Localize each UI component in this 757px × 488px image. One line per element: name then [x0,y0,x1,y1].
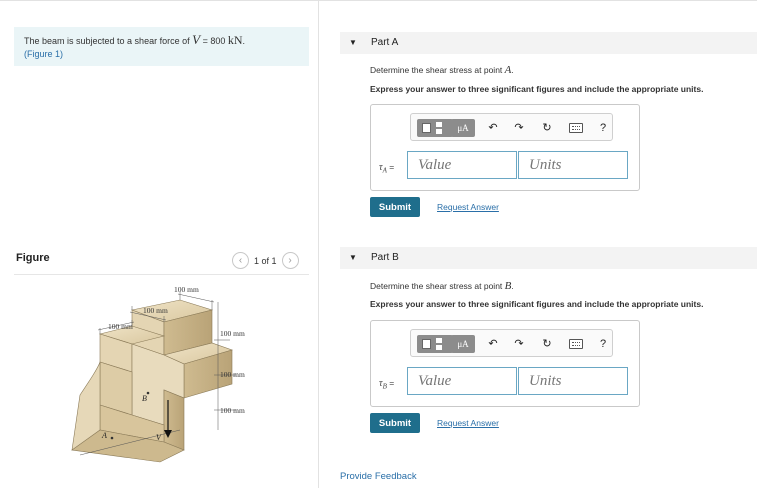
chevron-left-icon[interactable]: ‹ [232,252,249,269]
part-b-submit-button[interactable]: Submit [370,413,420,433]
figure-page-count: 1 of 1 [254,255,277,266]
dim-top-right: 100 mm [174,285,199,294]
keyboard-icon[interactable] [569,123,583,133]
part-b-header[interactable]: ▼ Part B [340,247,757,269]
undo-icon[interactable]: ↶ [485,336,501,352]
part-a-question: Determine the shear stress at point A. [370,64,514,76]
point-a-label: A [101,431,107,440]
part-a-request-answer-link[interactable]: Request Answer [437,202,499,212]
figure-link[interactable]: (Figure 1) [24,49,299,59]
tau-a-symbol: τA = [379,162,395,175]
provide-feedback-link[interactable]: Provide Feedback [340,471,417,482]
part-a-title: Part A [371,37,399,48]
problem-text: The beam is subjected to a shear force o… [24,32,246,47]
collapse-triangle-icon[interactable]: ▼ [349,253,357,262]
part-b-value-input[interactable] [407,367,517,395]
top-divider [0,0,757,1]
beam-cross-section-figure: 100 mm 100 mm 100 mm 100 mm 100 mm 100 m… [71,285,245,463]
part-b-title: Part B [371,252,399,263]
redo-icon[interactable]: ↷ [511,120,527,136]
templates-icon[interactable] [417,335,453,353]
tau-b-symbol: τB = [379,378,395,391]
help-icon[interactable]: ? [595,336,611,352]
templates-icon[interactable] [417,119,453,137]
dim-right-2: 100 mm [220,370,245,379]
part-a-units-input[interactable] [518,151,628,179]
redo-icon[interactable]: ↷ [511,336,527,352]
dim-right-1: 100 mm [220,329,245,338]
part-a-submit-button[interactable]: Submit [370,197,420,217]
part-a-answer-box: μA ↶ ↷ ↻ ? τA = [370,104,640,191]
reset-icon[interactable]: ↻ [539,120,555,136]
shear-force-variable: V [192,32,201,47]
part-b-instruction: Express your answer to three significant… [370,299,704,309]
keyboard-icon[interactable] [569,339,583,349]
panel-divider [318,0,319,488]
figure-divider [14,274,309,275]
dim-right-3: 100 mm [220,406,245,415]
part-a-header[interactable]: ▼ Part A [340,32,757,54]
collapse-triangle-icon[interactable]: ▼ [349,38,357,47]
math-toolbar: μA ↶ ↷ ↻ ? [410,329,613,357]
units-mu-icon[interactable]: μA [451,119,475,137]
figure-pager: ‹ 1 of 1 › [232,252,299,269]
help-icon[interactable]: ? [595,120,611,136]
part-b-request-answer-link[interactable]: Request Answer [437,418,499,428]
reset-icon[interactable]: ↻ [539,336,555,352]
problem-statement: The beam is subjected to a shear force o… [14,27,309,66]
part-b-answer-box: μA ↶ ↷ ↻ ? τB = [370,320,640,407]
math-toolbar: μA ↶ ↷ ↻ ? [410,113,613,141]
part-a-value-input[interactable] [407,151,517,179]
undo-icon[interactable]: ↶ [485,120,501,136]
dim-top-mid: 100 mm [143,306,168,315]
figure-title: Figure [16,252,50,264]
units-mu-icon[interactable]: μA [451,335,475,353]
part-b-units-input[interactable] [518,367,628,395]
chevron-right-icon[interactable]: › [281,252,299,269]
part-b-question: Determine the shear stress at point B. [370,280,514,292]
dim-left: 100 mm [108,322,133,331]
point-b-label: B [142,394,147,403]
part-a-instruction: Express your answer to three significant… [370,84,704,94]
